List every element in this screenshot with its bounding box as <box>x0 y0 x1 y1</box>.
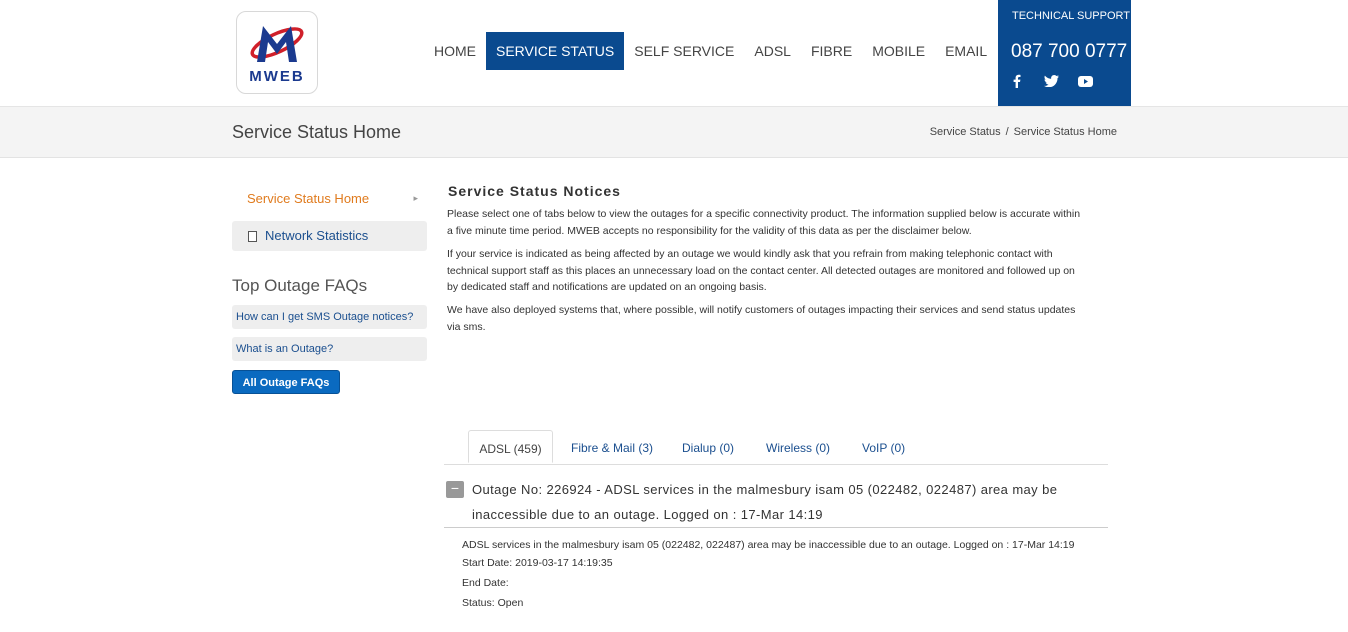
sidebar-item-network-statistics[interactable]: Network Statistics <box>232 221 427 251</box>
outage-notice-paragraph: If your service is indicated as being af… <box>447 248 1075 293</box>
sms-notice-paragraph: We have also deployed systems that, wher… <box>447 304 1076 333</box>
tab-dialup[interactable]: Dialup (0) <box>682 436 734 464</box>
document-icon <box>248 231 257 242</box>
breadcrumb-service-status[interactable]: Service Status <box>930 126 1001 138</box>
faq-heading: Top Outage FAQs <box>232 276 368 295</box>
site-header: MWEB HOME SERVICE STATUS SELF SERVICE AD… <box>0 0 1348 107</box>
sidebar-item-service-status-home[interactable]: Service Status Home ▸ <box>232 184 426 212</box>
breadcrumb: Service Status / Service Status Home <box>930 126 1117 138</box>
nav-adsl[interactable]: ADSL <box>744 32 801 70</box>
nav-email[interactable]: EMAIL <box>935 32 997 70</box>
faq-label: What is an Outage? <box>236 343 334 355</box>
outage-description: ADSL services in the malmesbury isam 05 … <box>462 539 1075 551</box>
page-title-bar: Service Status Home Service Status / Servi… <box>0 107 1348 158</box>
facebook-icon[interactable] <box>1009 73 1025 89</box>
intro-paragraph: Please select one of tabs below to view … <box>447 208 1081 237</box>
breadcrumb-separator: / <box>1005 126 1009 138</box>
tab-wireless[interactable]: Wireless (0) <box>766 436 830 464</box>
outage-end-date: End Date: <box>462 577 509 589</box>
nav-service-status[interactable]: SERVICE STATUS <box>486 32 625 70</box>
logo-text: MWEB <box>249 68 305 85</box>
nav-fibre[interactable]: FIBRE <box>801 32 862 70</box>
nav-self-service[interactable]: SELF SERVICE <box>624 32 744 70</box>
main-nav: HOME SERVICE STATUS SELF SERVICE ADSL FI… <box>424 32 997 70</box>
technical-support-panel: TECHNICAL SUPPORT 087 700 0777 <box>998 0 1131 106</box>
faq-link-sms-notices[interactable]: How can I get SMS Outage notices? <box>232 305 427 329</box>
support-phone[interactable]: 087 700 0777 <box>1011 41 1127 63</box>
outage-status: Status: Open <box>462 597 524 609</box>
sidebar-item-label: Network Statistics <box>265 228 369 243</box>
nav-home[interactable]: HOME <box>424 32 486 70</box>
section-title: Service Status Notices <box>448 183 621 199</box>
outage-start-date: Start Date: 2019-03-17 14:19:35 <box>462 557 613 569</box>
sidebar-item-label: Service Status Home <box>247 191 370 206</box>
product-tabs: ADSL (459) Fibre & Mail (3) Dialup (0) W… <box>444 430 1108 465</box>
tab-voip[interactable]: VoIP (0) <box>862 436 905 464</box>
chevron-right-icon: ▸ <box>413 193 418 203</box>
faq-link-what-is-outage[interactable]: What is an Outage? <box>232 337 427 361</box>
twitter-icon[interactable] <box>1043 73 1059 89</box>
tab-adsl[interactable]: ADSL (459) <box>468 430 553 463</box>
breadcrumb-current: Service Status Home <box>1013 126 1117 138</box>
mweb-logo-mark-icon <box>250 26 304 62</box>
page-title: Service Status Home <box>232 122 402 142</box>
collapse-toggle-button[interactable]: − <box>446 481 464 498</box>
faq-label: How can I get SMS Outage notices? <box>236 311 414 323</box>
all-outage-faqs-button[interactable]: All Outage FAQs <box>232 370 340 394</box>
nav-mobile[interactable]: MOBILE <box>862 32 935 70</box>
youtube-icon[interactable] <box>1077 73 1093 89</box>
divider <box>444 527 1108 528</box>
social-links <box>1009 73 1093 89</box>
mweb-logo[interactable]: MWEB <box>236 11 318 94</box>
support-label: TECHNICAL SUPPORT <box>1012 10 1130 22</box>
outage-heading[interactable]: Outage No: 226924 - ADSL services in the… <box>472 477 1092 527</box>
tab-fibre-mail[interactable]: Fibre & Mail (3) <box>571 436 653 464</box>
